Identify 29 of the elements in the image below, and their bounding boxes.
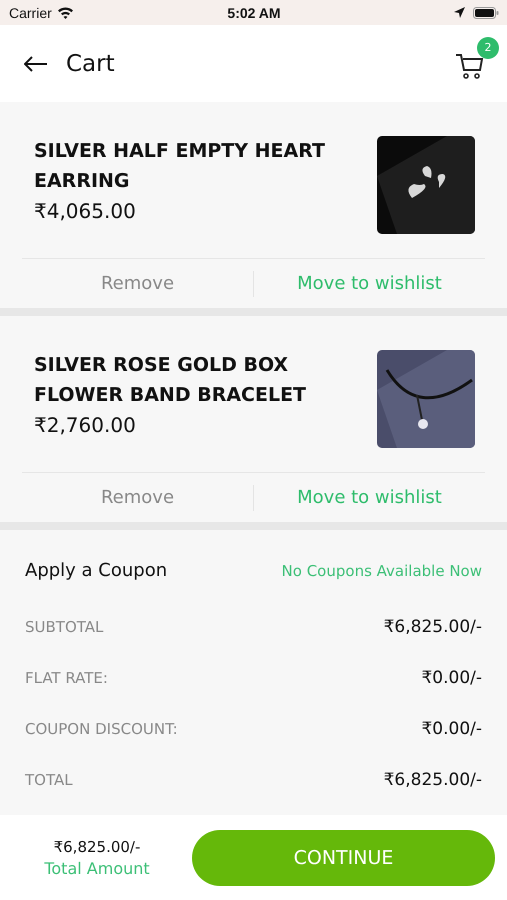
coupon-label: Apply a Coupon [25,560,168,581]
product-name: SILVER HALF EMPTY HEART EARRING [34,139,326,194]
summary-label: TOTAL [25,770,73,788]
summary-value: ₹6,825.00/- [384,616,482,636]
move-to-wishlist-button[interactable]: Move to wishlist [254,479,485,516]
cart-count-badge: 2 [477,36,499,58]
summary-value: ₹6,825.00/- [384,770,482,790]
continue-button[interactable]: CONTINUE [192,830,495,886]
coupon-status: No Coupons Available Now [282,562,482,580]
move-to-wishlist-button[interactable]: Move to wishlist [254,265,485,302]
total-amount-label: Total Amount [44,858,150,878]
product-name: SILVER ROSE GOLD BOX FLOWER BAND BRACELET [34,353,308,408]
location-icon [454,7,465,18]
summary-label: COUPON DISCOUNT: [25,720,178,738]
page-title: Cart [66,50,116,76]
product-price: ₹2,760.00 [34,412,137,439]
product-price: ₹4,065.00 [34,198,137,225]
back-arrow-icon[interactable] [24,56,48,72]
remove-button[interactable]: Remove [22,479,253,516]
carrier-label: Carrier [9,4,52,20]
time-label: 5:02 AM [227,4,281,20]
total-amount: ₹6,825.00/- [54,838,140,856]
battery-icon [472,6,499,18]
summary-value: ₹0.00/- [421,668,482,688]
remove-button[interactable]: Remove [22,265,253,302]
summary-value: ₹0.00/- [421,718,482,738]
summary-label: SUBTOTAL [25,618,104,636]
summary-label: FLAT RATE: [25,668,108,686]
wifi-icon [56,6,74,19]
